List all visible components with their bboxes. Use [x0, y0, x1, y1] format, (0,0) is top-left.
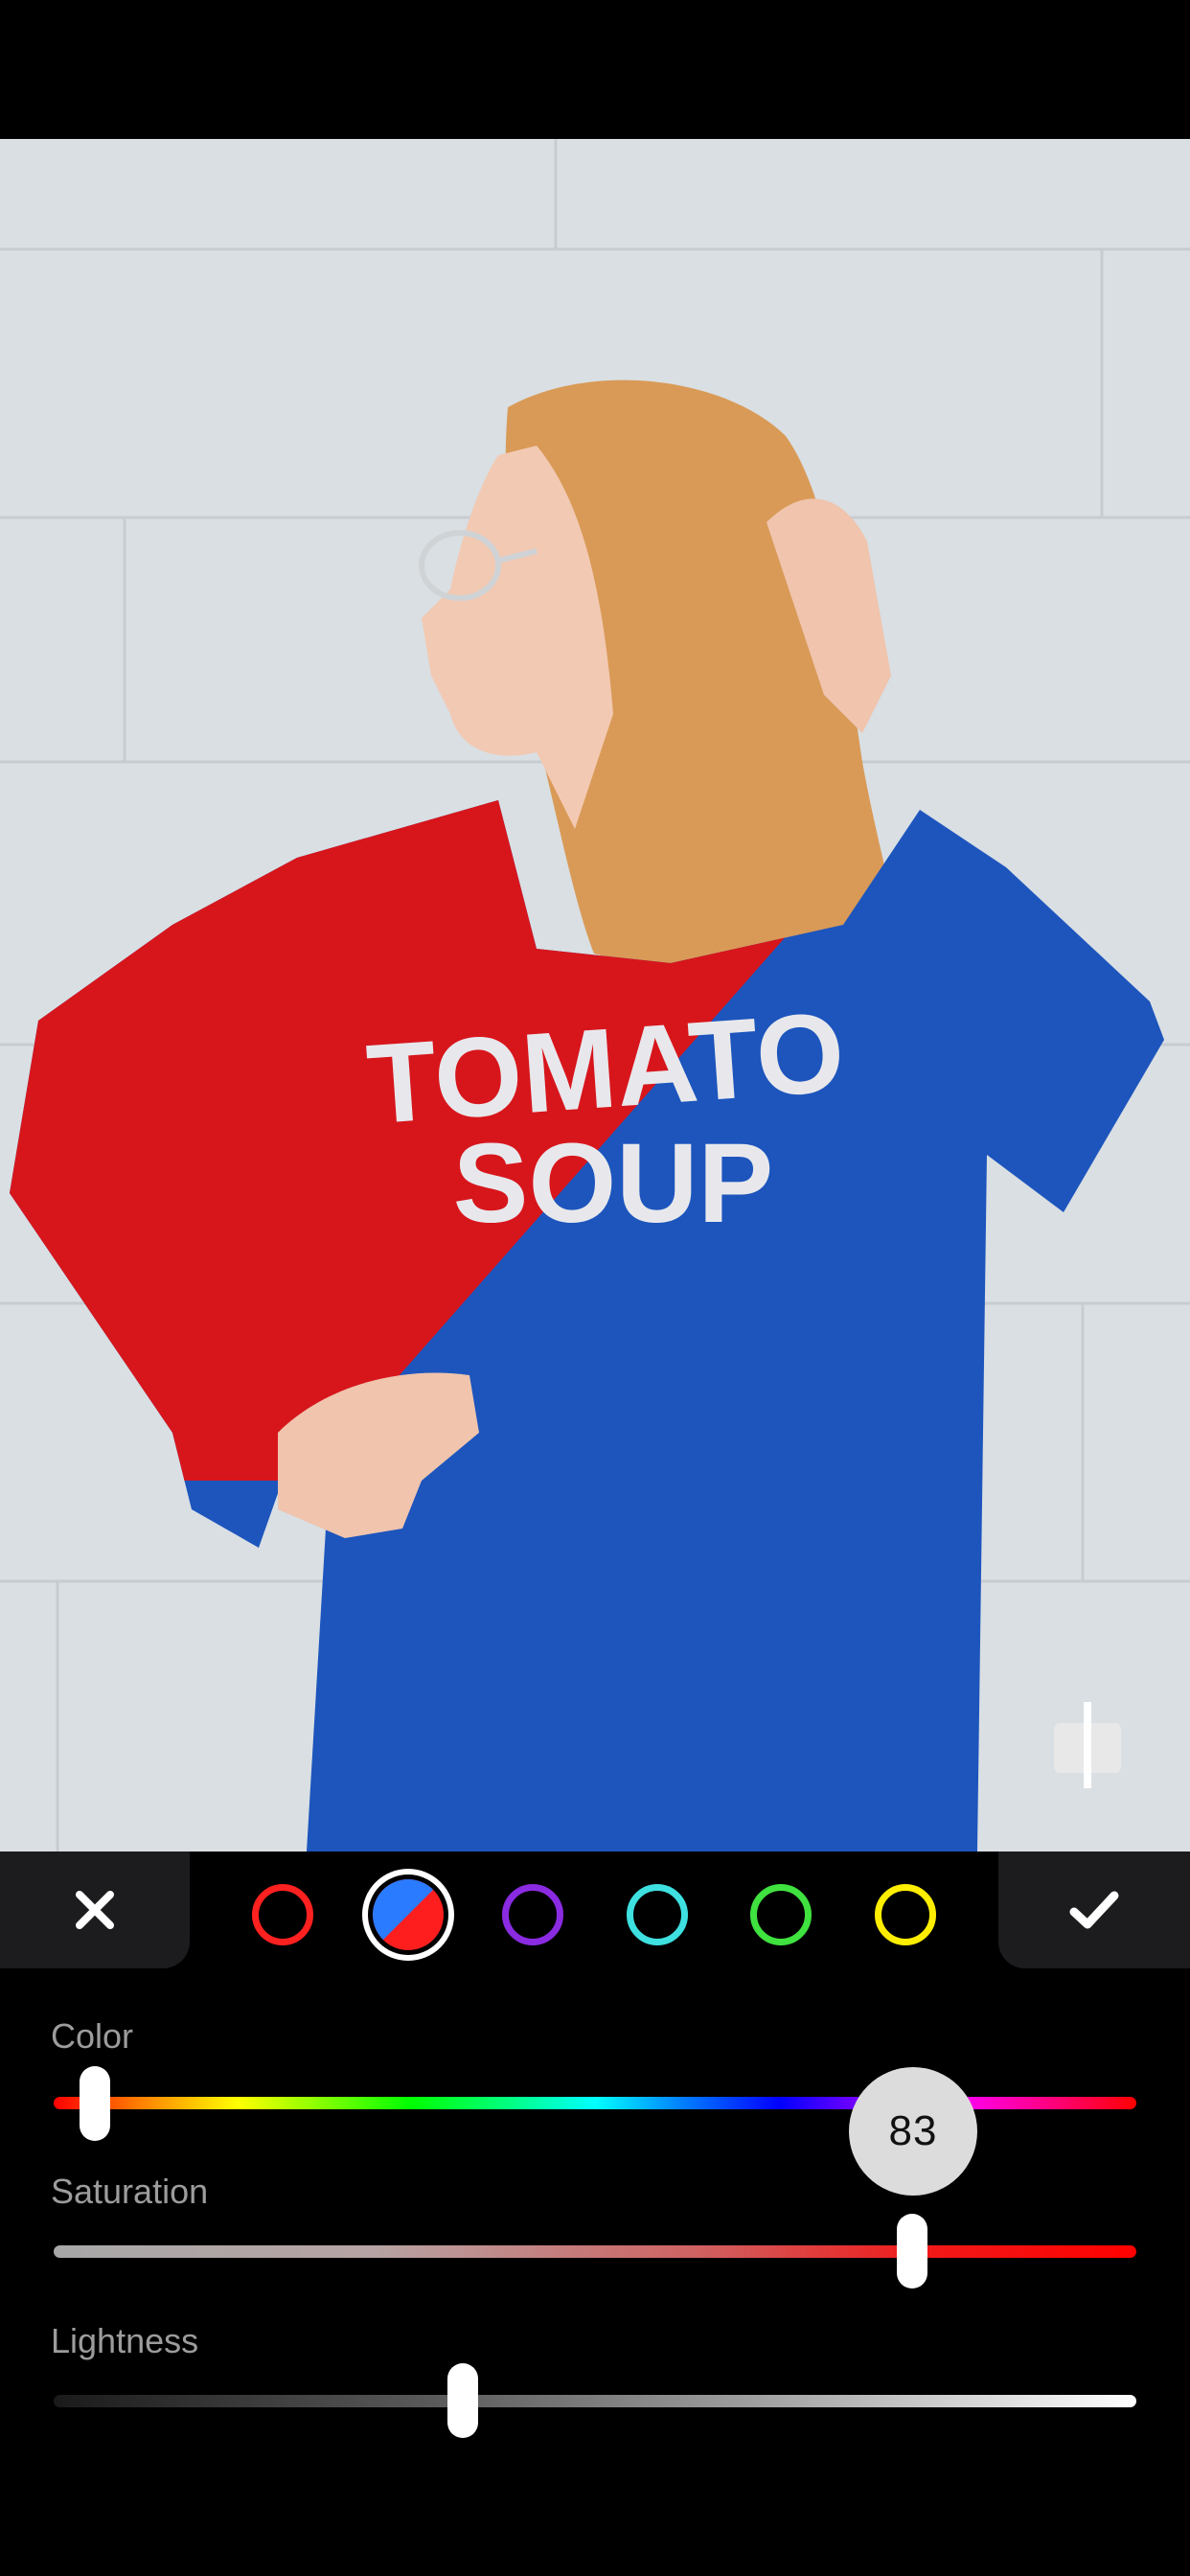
close-icon — [76, 1891, 114, 1929]
swatch-blue-red-selected[interactable] — [362, 1869, 454, 1961]
lightness-slider-label: Lightness — [51, 2321, 199, 2360]
color-toolbar — [0, 1852, 1190, 1968]
split-compare-icon[interactable] — [1052, 1702, 1123, 1788]
swatch-cyan[interactable] — [627, 1884, 688, 1945]
saturation-slider-track[interactable] — [54, 2245, 1136, 2258]
swatch-green[interactable] — [750, 1884, 812, 1945]
confirm-button[interactable] — [998, 1852, 1190, 1968]
shirt-text-line2: SOUP — [453, 1120, 773, 1247]
color-slider-track[interactable] — [54, 2097, 1136, 2109]
swatch-yellow[interactable] — [875, 1884, 936, 1945]
color-slider-label: Color — [51, 2016, 134, 2056]
swatch-purple[interactable] — [502, 1884, 563, 1945]
cancel-button[interactable] — [0, 1852, 190, 1968]
lightness-slider-track[interactable] — [54, 2395, 1136, 2407]
checkmark-icon — [1069, 1891, 1119, 1929]
color-slider-thumb[interactable] — [80, 2066, 110, 2141]
color-value-bubble: 83 — [849, 2067, 977, 2196]
lightness-slider-thumb[interactable] — [447, 2363, 478, 2438]
photo-canvas[interactable]: TOMATO SOUP — [0, 139, 1190, 1852]
saturation-slider-thumb[interactable] — [897, 2214, 927, 2288]
saturation-slider-label: Saturation — [51, 2172, 209, 2211]
swatch-red[interactable] — [252, 1884, 313, 1945]
